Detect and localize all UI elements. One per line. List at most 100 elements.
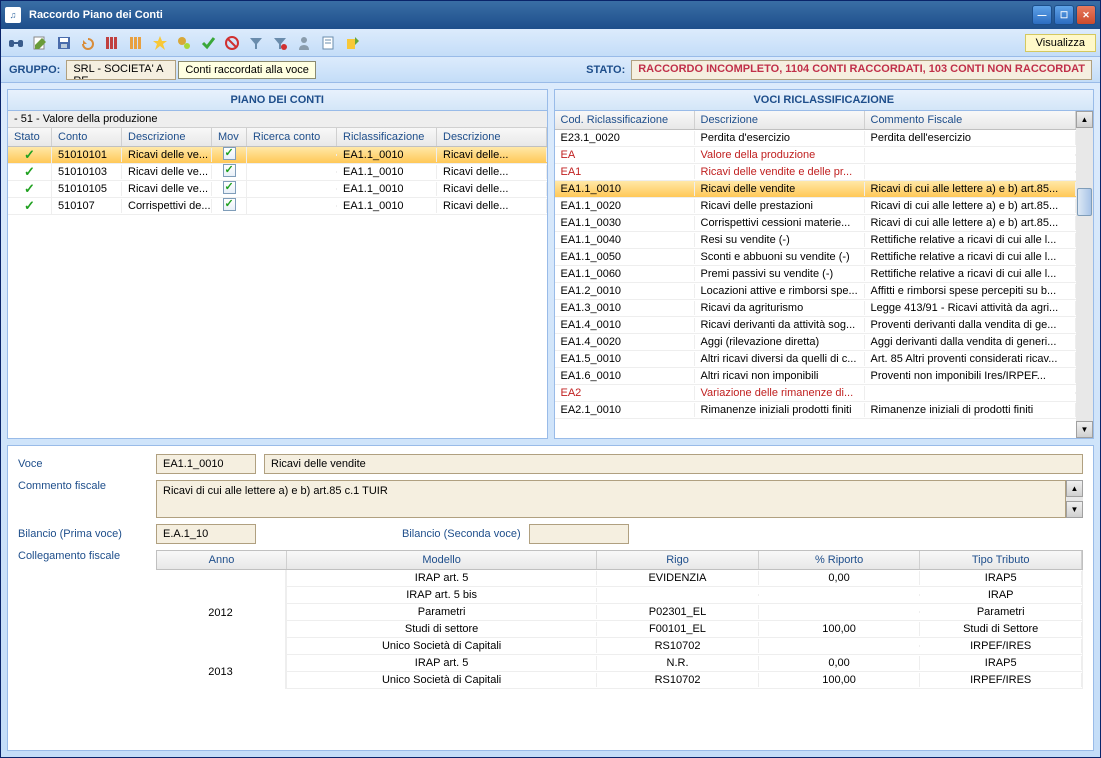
panel-voci-title: VOCI RICLASSIFICAZIONE	[555, 90, 1094, 111]
voci-scrollbar[interactable]: ▲ ▼	[1076, 111, 1093, 438]
piano-row[interactable]: ✓ 51010103 Ricavi delle ve... EA1.1_0010…	[8, 164, 547, 181]
col-mov[interactable]: Mov	[212, 128, 247, 146]
conto-cell: 51010101	[52, 148, 122, 162]
mov-checkbox[interactable]	[223, 181, 236, 194]
user-icon[interactable]	[293, 32, 315, 54]
form-panel: Voce Commento fiscale ▲ ▼ Bilancio (Prim…	[7, 445, 1094, 751]
forbidden-icon[interactable]	[221, 32, 243, 54]
voce-code-field[interactable]	[156, 454, 256, 474]
star-icon[interactable]	[149, 32, 171, 54]
col-riporto[interactable]: % Riporto	[759, 551, 921, 569]
commento-label: Commento fiscale	[18, 480, 148, 492]
filter-icon[interactable]	[245, 32, 267, 54]
piano-row[interactable]: ✓ 510107 Corrispettivi de... EA1.1_0010 …	[8, 198, 547, 215]
visualizza-button[interactable]: Visualizza	[1025, 34, 1096, 52]
binoculars-icon[interactable]	[5, 32, 27, 54]
mov-checkbox[interactable]	[223, 164, 236, 177]
voci-row[interactable]: EA1.1_0050 Sconti e abbuoni su vendite (…	[555, 249, 1077, 266]
col-conto[interactable]: Conto	[52, 128, 122, 146]
voci-row[interactable]: E23.1_0020 Perdita d'esercizio Perdita d…	[555, 130, 1077, 147]
voci-row[interactable]: EA1 Ricavi delle vendite e delle pr...	[555, 164, 1077, 181]
scroll-down-button[interactable]: ▼	[1076, 421, 1093, 438]
link-row[interactable]: IRAP art. 5 N.R. 0,00 IRAP5	[286, 655, 1083, 672]
gruppo-field[interactable]: SRL - SOCIETA' A RE	[66, 60, 176, 80]
close-button[interactable]: ✕	[1076, 5, 1096, 25]
col-vdescr[interactable]: Descrizione	[695, 111, 865, 129]
col-cod[interactable]: Cod. Riclassificazione	[555, 111, 695, 129]
grid-red-icon[interactable]	[101, 32, 123, 54]
commento-scroll-up[interactable]: ▲	[1066, 480, 1083, 497]
tributo-cell: IRAP	[920, 588, 1082, 602]
col-descr2[interactable]: Descrizione	[437, 128, 547, 146]
voci-row[interactable]: EA1.2_0010 Locazioni attive e rimborsi s…	[555, 283, 1077, 300]
cod-cell: EA1.4_0010	[555, 318, 695, 332]
col-descr[interactable]: Descrizione	[122, 128, 212, 146]
edit-icon[interactable]	[29, 32, 51, 54]
riclass-cell: EA1.1_0010	[337, 148, 437, 162]
content: PIANO DEI CONTI - 51 - Valore della prod…	[1, 83, 1100, 757]
voci-row[interactable]: EA2.1_0010 Rimanenze iniziali prodotti f…	[555, 402, 1077, 419]
commento-scrollbar[interactable]: ▲ ▼	[1066, 480, 1083, 518]
piano-row[interactable]: ✓ 51010101 Ricavi delle ve... EA1.1_0010…	[8, 147, 547, 164]
riclass-cell: EA1.1_0010	[337, 199, 437, 213]
col-rigo[interactable]: Rigo	[597, 551, 759, 569]
modello-cell: Parametri	[287, 605, 597, 619]
tree-node[interactable]: - 51 - Valore della produzione	[8, 111, 547, 128]
link-row[interactable]: Unico Società di Capitali RS10702 IRPEF/…	[286, 638, 1083, 655]
export-icon[interactable]	[341, 32, 363, 54]
rigo-cell: EVIDENZIA	[597, 571, 759, 585]
scroll-track[interactable]	[1076, 128, 1093, 421]
vdescr-cell: Altri ricavi diversi da quelli di c...	[695, 352, 865, 366]
check-icon[interactable]	[197, 32, 219, 54]
mov-checkbox[interactable]	[223, 147, 236, 160]
col-tributo[interactable]: Tipo Tributo	[920, 551, 1082, 569]
rigo-cell: RS10702	[597, 639, 759, 653]
voce-descr-field[interactable]	[264, 454, 1083, 474]
col-stato[interactable]: Stato	[8, 128, 52, 146]
document-icon[interactable]	[317, 32, 339, 54]
scroll-thumb[interactable]	[1077, 188, 1092, 216]
commento-field[interactable]	[156, 480, 1066, 518]
mov-checkbox[interactable]	[223, 198, 236, 211]
maximize-button[interactable]: ☐	[1054, 5, 1074, 25]
undo-icon[interactable]	[77, 32, 99, 54]
voci-row[interactable]: EA2 Variazione delle rimanenze di...	[555, 385, 1077, 402]
scroll-up-button[interactable]: ▲	[1076, 111, 1093, 128]
voci-row[interactable]: EA1.5_0010 Altri ricavi diversi da quell…	[555, 351, 1077, 368]
link-row[interactable]: Unico Società di Capitali RS10702 100,00…	[286, 672, 1083, 689]
commento-scroll-down[interactable]: ▼	[1066, 501, 1083, 518]
vdescr-cell: Ricavi da agriturismo	[695, 301, 865, 315]
voci-row[interactable]: EA1.1_0020 Ricavi delle prestazioni Rica…	[555, 198, 1077, 215]
bilancio1-label: Bilancio (Prima voce)	[18, 528, 148, 540]
minimize-button[interactable]: —	[1032, 5, 1052, 25]
voci-row[interactable]: EA1.1_0010 Ricavi delle vendite Ricavi d…	[555, 181, 1077, 198]
grid-orange-icon[interactable]	[125, 32, 147, 54]
voci-row[interactable]: EA1.6_0010 Altri ricavi non imponibili P…	[555, 368, 1077, 385]
voci-row[interactable]: EA1.1_0040 Resi su vendite (-) Rettifich…	[555, 232, 1077, 249]
voci-row[interactable]: EA1.1_0060 Premi passivi su vendite (-) …	[555, 266, 1077, 283]
voci-row[interactable]: EA1.4_0020 Aggi (rilevazione diretta) Ag…	[555, 334, 1077, 351]
cod-cell: EA1.5_0010	[555, 352, 695, 366]
link-row[interactable]: Studi di settore F00101_EL 100,00 Studi …	[286, 621, 1083, 638]
voci-row[interactable]: EA1.4_0010 Ricavi derivanti da attività …	[555, 317, 1077, 334]
link-row[interactable]: IRAP art. 5 bis IRAP	[286, 587, 1083, 604]
link-row[interactable]: Parametri P02301_EL Parametri	[286, 604, 1083, 621]
voci-row[interactable]: EA1.1_0030 Corrispettivi cessioni materi…	[555, 215, 1077, 232]
col-riclass[interactable]: Riclassificazione	[337, 128, 437, 146]
bilancio1-field[interactable]	[156, 524, 256, 544]
vdescr-cell: Resi su vendite (-)	[695, 233, 865, 247]
col-modello[interactable]: Modello	[287, 551, 597, 569]
save-icon[interactable]	[53, 32, 75, 54]
voci-row[interactable]: EA1.3_0010 Ricavi da agriturismo Legge 4…	[555, 300, 1077, 317]
col-anno[interactable]: Anno	[157, 551, 287, 569]
filter-clear-icon[interactable]	[269, 32, 291, 54]
voci-row[interactable]: EA Valore della produzione	[555, 147, 1077, 164]
col-ricerca[interactable]: Ricerca conto	[247, 128, 337, 146]
gears-icon[interactable]	[173, 32, 195, 54]
commento-scroll-track[interactable]	[1066, 497, 1083, 501]
link-row[interactable]: IRAP art. 5 EVIDENZIA 0,00 IRAP5	[286, 570, 1083, 587]
bilancio2-field[interactable]	[529, 524, 629, 544]
col-comm[interactable]: Commento Fiscale	[865, 111, 1077, 129]
piano-row[interactable]: ✓ 51010105 Ricavi delle ve... EA1.1_0010…	[8, 181, 547, 198]
comm-cell: Perdita dell'esercizio	[865, 131, 1077, 145]
